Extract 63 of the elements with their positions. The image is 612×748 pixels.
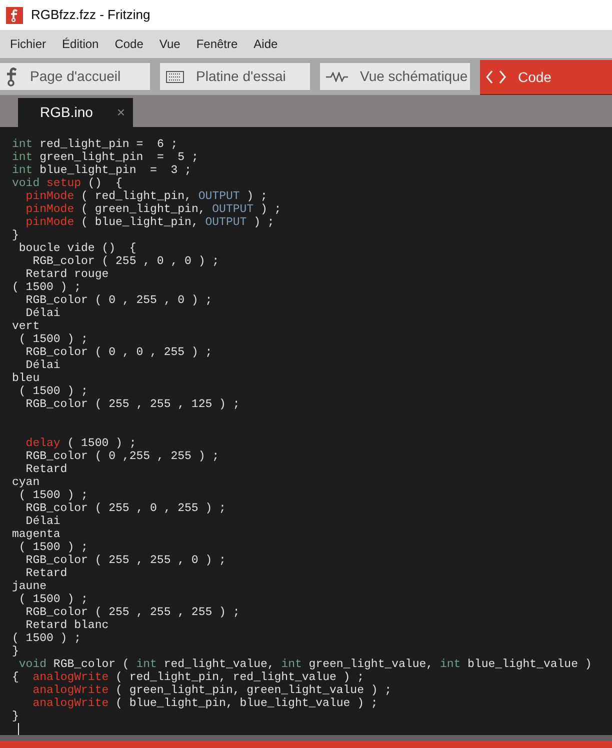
code-line: RGB_color ( 0 , 0 , 255 ) ;: [24, 346, 212, 359]
view-tab[interactable]: Page d'accueil: [0, 63, 150, 90]
code-line: RGB_color ( 0 ,255 , 255 ) ;: [24, 450, 220, 463]
code-line: int red_light_pin = 6 ;: [12, 138, 178, 151]
code-line: void setup () {: [12, 177, 122, 190]
code-line: RGB_color ( 255 , 0 , 0 ) ;: [32, 255, 220, 268]
code-line: pinMode ( red_light_pin, OUTPUT ) ;: [24, 190, 268, 203]
code-line: }: [12, 229, 19, 242]
code-line: void RGB_color ( int red_light_value, int green_light_value, int blue_light_value ): [18, 658, 592, 671]
code-line: magenta: [12, 528, 60, 541]
code-line: ( 1500 ) ;: [18, 593, 88, 606]
view-tab[interactable]: Platine d'essai: [160, 63, 310, 90]
hook-icon: [6, 66, 18, 86]
code-line: RGB_color ( 0 , 255 , 0 ) ;: [24, 294, 212, 307]
code-line: RGB_color ( 255 , 255 , 0 ) ;: [24, 554, 226, 567]
code-line: Retard rouge: [24, 268, 109, 281]
code-line: RGB_color ( 255 , 0 , 255 ) ;: [24, 502, 226, 515]
code-line: analogWrite ( green_light_pin, green_light_value ) ;: [32, 684, 392, 697]
text-cursor: [18, 723, 19, 735]
code-line: ( 1500 ) ;: [18, 385, 88, 398]
code-line: Retard blanc: [24, 619, 109, 632]
code-line: int green_light_pin = 5 ;: [12, 151, 198, 164]
close-button[interactable]: ×: [116, 102, 125, 123]
app-logo-icon: [6, 6, 23, 24]
view-tab[interactable]: Code: [480, 60, 612, 97]
menu-item[interactable]: Vue: [153, 35, 186, 53]
code-line: jaune: [12, 580, 47, 593]
file-tab-label: RGB.ino: [40, 103, 93, 122]
code-line: bleu: [12, 372, 40, 385]
code-line: ( 1500 ) ;: [18, 541, 88, 554]
code-line: pinMode ( blue_light_pin, OUTPUT ) ;: [24, 216, 274, 229]
resistor-icon: [326, 72, 348, 82]
code-line: delay ( 1500 ) ;: [24, 437, 136, 450]
keyboard-icon: [166, 70, 184, 82]
code-line: analogWrite ( blue_light_pin, blue_light_value ) ;: [32, 697, 378, 710]
code-line: Retard: [24, 463, 68, 476]
menu-item[interactable]: Fichier: [4, 35, 52, 53]
code-line: ( 1500 ) ;: [18, 333, 88, 346]
code-line: pinMode ( green_light_pin, OUTPUT ) ;: [24, 203, 282, 216]
code-line: int blue_light_pin = 3 ;: [12, 164, 192, 177]
code-line: Délai: [24, 359, 60, 372]
menu-item[interactable]: Fenêtre: [190, 35, 244, 53]
code-line: RGB_color ( 255 , 255 , 255 ) ;: [24, 606, 240, 619]
code-line: ( 1500 ) ;: [12, 281, 82, 294]
code-line: }: [12, 645, 19, 658]
code-line: cyan: [12, 476, 40, 489]
code-line: RGB_color ( 255 , 255 , 125 ) ;: [24, 398, 240, 411]
menu-item[interactable]: Édition: [56, 35, 105, 53]
code-line: vert: [12, 320, 40, 333]
code-line: }: [12, 710, 19, 723]
file-tab[interactable]: RGB.ino ×: [18, 98, 133, 127]
menu-item[interactable]: Code: [108, 35, 150, 53]
code-line: Délai: [24, 307, 60, 320]
code-icon: [486, 70, 506, 84]
code-line: ( 1500 ) ;: [12, 632, 82, 645]
menu-item[interactable]: Aide: [248, 35, 284, 53]
view-tab[interactable]: Vue schématique: [320, 63, 470, 90]
code-line: { analogWrite ( red_light_pin, red_light_value ) ;: [12, 671, 364, 684]
code-line: Délai: [24, 515, 60, 528]
code-line: ( 1500 ) ;: [18, 489, 88, 502]
code-line: boucle vide () {: [18, 242, 136, 255]
window-title: RGBfzz.fzz - Fritzing: [31, 6, 150, 24]
code-line: Retard: [24, 567, 68, 580]
